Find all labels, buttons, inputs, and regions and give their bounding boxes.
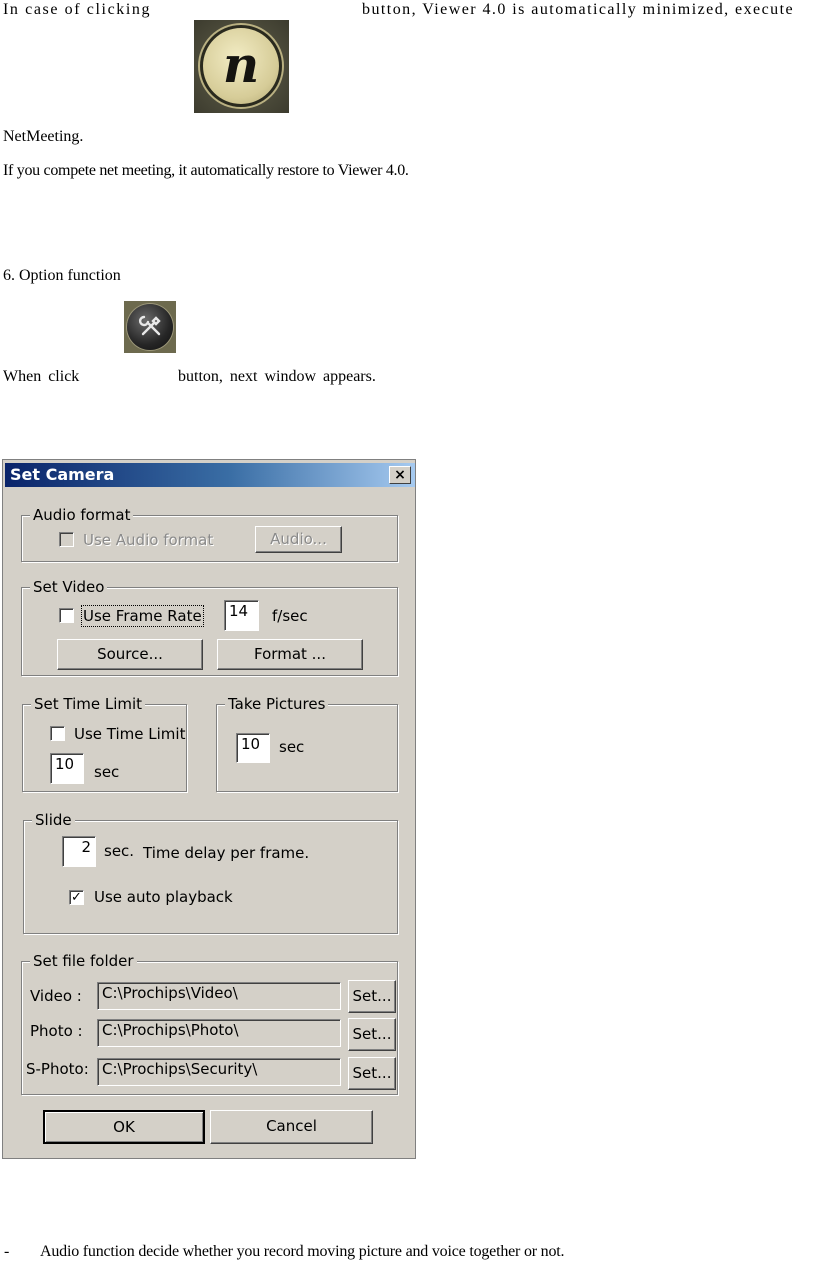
wrench-screwdriver-icon [138, 315, 161, 336]
slide-group: Slide 2 sec. Time delay per frame. ✓ Use… [23, 811, 398, 934]
use-frame-rate-checkbox[interactable] [59, 608, 74, 623]
intro-text-start: In case of clicking [3, 1, 152, 18]
format-button[interactable]: Format ... [217, 639, 363, 670]
security-photo-folder-label: S-Photo: [26, 1060, 89, 1078]
use-audio-format-label: Use Audio format [83, 531, 214, 549]
close-button[interactable]: × [389, 466, 411, 484]
intro-text-line2: NetMeeting. [3, 128, 84, 145]
option-text-end: button, next window appears. [178, 368, 376, 385]
audio-format-legend: Audio format [30, 506, 134, 524]
take-pictures-input[interactable]: 10 [236, 733, 270, 763]
dialog-title: Set Camera [10, 465, 115, 484]
frame-rate-input[interactable]: 14 [224, 600, 259, 631]
netmeeting-glyph: n [222, 35, 260, 94]
source-button[interactable]: Source... [57, 639, 203, 670]
slide-delay-description: Time delay per frame. [143, 844, 310, 862]
photo-folder-set-button[interactable]: Set... [348, 1018, 396, 1051]
slide-legend: Slide [32, 811, 75, 829]
audio-format-group: Audio format Use Audio format Audio... [21, 506, 398, 562]
use-auto-playback-label: Use auto playback [94, 888, 233, 906]
set-video-legend: Set Video [30, 578, 108, 596]
audio-button[interactable]: Audio... [255, 526, 342, 553]
use-auto-playback-checkbox[interactable]: ✓ [69, 890, 84, 905]
section-heading: 6. Option function [3, 267, 121, 284]
take-pictures-group: Take Pictures 10 sec [216, 695, 398, 792]
tools-icon [124, 301, 176, 353]
photo-folder-label: Photo : [30, 1022, 83, 1040]
take-pictures-unit: sec [279, 738, 305, 756]
ok-button[interactable]: OK [43, 1110, 205, 1144]
cancel-button[interactable]: Cancel [210, 1110, 373, 1144]
photo-folder-path[interactable]: C:\Prochips\Photo\ [97, 1019, 341, 1047]
option-text-start: When click [3, 368, 80, 385]
bullet-text: Audio function decide whether you record… [40, 1243, 565, 1260]
video-folder-set-button[interactable]: Set... [348, 980, 396, 1013]
slide-delay-unit: sec. [104, 842, 135, 860]
intro-text-line3: If you compete net meeting, it automatic… [3, 162, 409, 179]
time-limit-legend: Set Time Limit [31, 695, 146, 713]
file-folder-group: Set file folder Video : C:\Prochips\Vide… [21, 952, 398, 1095]
use-time-limit-label: Use Time Limit [74, 725, 186, 743]
set-video-group: Set Video Use Frame Rate 14 f/sec Source… [21, 578, 398, 676]
bullet-dash: - [4, 1243, 10, 1260]
set-camera-dialog: Set Camera × Audio format Use Audio form… [2, 459, 416, 1159]
take-pictures-legend: Take Pictures [225, 695, 329, 713]
frame-rate-unit: f/sec [272, 607, 308, 625]
video-folder-path[interactable]: C:\Prochips\Video\ [97, 982, 341, 1010]
intro-text-end: button, Viewer 4.0 is automatically mini… [362, 1, 795, 18]
security-photo-folder-path[interactable]: C:\Prochips\Security\ [97, 1058, 341, 1086]
use-time-limit-checkbox[interactable] [50, 726, 65, 741]
slide-delay-input[interactable]: 2 [62, 836, 96, 867]
use-frame-rate-label: Use Frame Rate [81, 605, 204, 627]
use-audio-format-checkbox[interactable] [59, 532, 74, 547]
video-folder-label: Video : [30, 987, 82, 1005]
dialog-titlebar[interactable]: Set Camera × [5, 463, 415, 487]
netmeeting-icon: n [194, 20, 289, 113]
time-limit-group: Set Time Limit Use Time Limit 10 sec [22, 695, 187, 792]
time-limit-unit: sec [94, 763, 120, 781]
file-folder-legend: Set file folder [30, 952, 137, 970]
time-limit-input[interactable]: 10 [50, 753, 84, 784]
security-photo-folder-set-button[interactable]: Set... [348, 1057, 396, 1090]
